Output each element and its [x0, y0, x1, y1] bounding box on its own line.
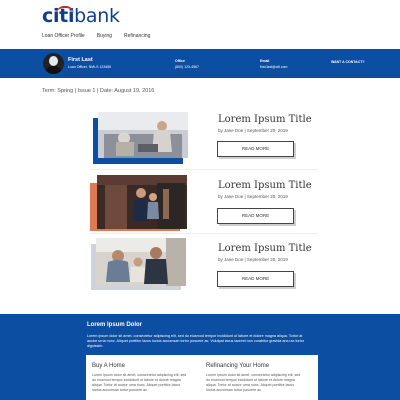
article-title[interactable]: Lorem Ipsum Title — [218, 114, 312, 125]
article-meta: by Jane Doe | September 20, 2019 — [218, 194, 288, 199]
article-meta: by Jane Doe | September 20, 2019 — [218, 128, 288, 133]
email-link[interactable]: first.last@citi.com — [260, 65, 287, 69]
divider — [90, 233, 318, 234]
top-nav: Loan Officer Profile Buying Refinancing — [42, 33, 150, 39]
card-heading-refinance[interactable]: Refinancing Your Home — [206, 363, 269, 369]
article-card: Lorem Ipsum Title by Jane Doe | Septembe… — [90, 236, 320, 296]
email-label: Email — [260, 59, 270, 63]
officer-title: Loan Officer, NMLS 123456 — [68, 65, 112, 69]
issue-line: Term: Spring | Issue 1 | Date: August 19… — [42, 88, 155, 94]
read-more-button[interactable]: READ MORE — [217, 141, 294, 157]
profile-bar: First Last Loan Officer, NMLS 123456 Off… — [0, 49, 400, 78]
article-card: Lorem Ipsum Title by Jane Doe | Septembe… — [90, 173, 320, 233]
officer-name: First Last — [68, 57, 93, 63]
contact-link[interactable]: WANT A CONTACT? — [331, 60, 365, 64]
article-meta: by Jane Doe | September 20, 2019 — [218, 257, 288, 262]
cards-panel: Buy A Home Lorem ipsum dolor sit amet, c… — [86, 355, 318, 400]
article-image[interactable] — [98, 112, 188, 158]
article-image[interactable] — [96, 238, 186, 286]
citibank-logo[interactable]: citibank — [42, 5, 120, 27]
article-title[interactable]: Lorem Ipsum Title — [218, 243, 312, 254]
intro-heading: Lorem Ipsum Dolor — [87, 322, 143, 328]
nav-loan-officer-profile[interactable]: Loan Officer Profile — [42, 33, 85, 39]
logo-bank-text: bank — [74, 5, 120, 27]
card-body-refinance: Lorem ipsum dolor sit amet, consectetur … — [206, 373, 301, 392]
card-body-buy: Lorem ipsum dolor sit amet, consectetur … — [92, 373, 187, 392]
nav-refinancing[interactable]: Refinancing — [124, 33, 150, 39]
article-image[interactable] — [97, 175, 187, 229]
logo-arc — [56, 6, 74, 14]
article-title[interactable]: Lorem Ipsum Title — [218, 180, 312, 191]
card-heading-buy[interactable]: Buy A Home — [92, 363, 125, 369]
intro-body: Lorem ipsum dolor sit amet, consectetur … — [87, 334, 305, 349]
read-more-button[interactable]: READ MORE — [217, 208, 294, 224]
divider — [90, 169, 318, 170]
avatar — [43, 53, 64, 74]
office-phone[interactable]: (800) 123-4567 — [175, 65, 199, 69]
read-more-button[interactable]: READ MORE — [217, 271, 294, 287]
article-card: Lorem Ipsum Title by Jane Doe | Septembe… — [90, 110, 320, 170]
office-label: Office — [175, 59, 185, 63]
nav-buying[interactable]: Buying — [97, 33, 112, 39]
